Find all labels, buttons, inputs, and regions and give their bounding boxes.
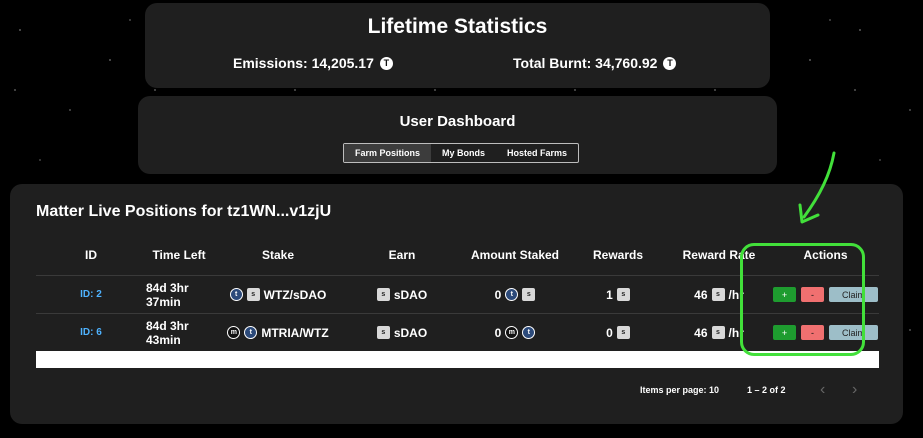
- sdao-token-icon: s: [711, 326, 725, 339]
- time-left-cell: 84d 3hr 43min: [146, 318, 189, 347]
- remove-stake-button[interactable]: -: [801, 287, 824, 302]
- wtz-token-icon: t: [505, 288, 519, 301]
- sdao-token-icon: s: [246, 288, 260, 301]
- column-header-id[interactable]: ID: [36, 248, 146, 262]
- column-header-reward-rate[interactable]: Reward Rate: [666, 248, 772, 262]
- remove-stake-button[interactable]: -: [801, 325, 824, 340]
- time-left-cell: 84d 3hr 37min: [146, 280, 189, 309]
- dashboard-title: User Dashboard: [399, 113, 516, 130]
- annotation-arrow-icon: [798, 151, 836, 224]
- stake-cell: t s WTZ/sDAO: [212, 288, 344, 302]
- mtria-token-icon: m: [505, 326, 519, 339]
- horizontal-scrollbar[interactable]: [36, 351, 879, 368]
- mtria-token-icon: m: [227, 326, 241, 339]
- reward-rate-unit: /hr: [728, 287, 744, 302]
- emissions-label: Emissions: 14,205.17: [233, 55, 374, 71]
- claim-button[interactable]: Claim: [829, 325, 878, 340]
- items-per-page-label: Items per page:: [640, 385, 707, 395]
- positions-card: Matter Live Positions for tz1WN...v1zjU …: [10, 184, 903, 424]
- stats-title: Lifetime Statistics: [367, 15, 548, 38]
- chevron-left-icon[interactable]: ‹: [820, 381, 825, 399]
- wtz-token-icon: t: [522, 326, 536, 339]
- amount-staked-cell: 0 t s: [460, 288, 570, 302]
- sdao-token-icon: s: [376, 326, 390, 339]
- column-header-rewards[interactable]: Rewards: [570, 248, 666, 262]
- earn-token-label: sDAO: [393, 325, 428, 340]
- tab-my-bonds[interactable]: My Bonds: [431, 144, 496, 162]
- dashboard-tabs: Farm Positions My Bonds Hosted Farms: [343, 143, 580, 163]
- column-header-actions: Actions: [803, 247, 848, 262]
- column-header-earn[interactable]: Earn: [344, 248, 460, 262]
- stake-pair-label: WTZ/sDAO: [263, 287, 327, 302]
- rewards-value: 0: [606, 325, 613, 340]
- stake-cell: m t MTRIA/WTZ: [212, 326, 344, 340]
- earn-token-label: sDAO: [393, 287, 428, 302]
- user-dashboard-card: User Dashboard Farm Positions My Bonds H…: [138, 96, 777, 174]
- claim-button[interactable]: Claim: [829, 287, 878, 302]
- actions-cell: + - Claim: [772, 287, 879, 302]
- actions-cell: + - Claim: [772, 325, 879, 340]
- table-row: ID: 2 84d 3hr 37min t s WTZ/sDAO s sDAO …: [36, 276, 879, 314]
- rewards-value: 1: [606, 287, 613, 302]
- positions-title: Matter Live Positions for tz1WN...v1zjU: [36, 203, 332, 220]
- amount-staked-value: 0: [494, 325, 502, 340]
- reward-rate-value: 46: [694, 325, 708, 340]
- table-row: ID: 6 84d 3hr 43min m t MTRIA/WTZ s sDAO…: [36, 314, 879, 352]
- reward-rate-cell: 46 s /hr: [666, 326, 772, 340]
- column-header-amount-staked[interactable]: Amount Staked: [460, 248, 570, 262]
- lifetime-statistics-card: Lifetime Statistics Emissions: 14,205.17…: [145, 3, 770, 88]
- amount-staked-cell: 0 m t: [460, 326, 570, 340]
- rewards-cell: 1 s: [570, 288, 666, 302]
- tab-farm-positions[interactable]: Farm Positions: [344, 144, 432, 162]
- chevron-right-icon[interactable]: ›: [852, 381, 857, 399]
- stake-pair-label: MTRIA/WTZ: [261, 325, 329, 340]
- positions-table: ID Time Left Stake Earn Amount Staked Re…: [36, 234, 879, 352]
- sdao-token-icon: s: [376, 288, 390, 301]
- tab-hosted-farms[interactable]: Hosted Farms: [496, 144, 578, 162]
- coin-icon: T: [379, 56, 393, 70]
- reward-rate-value: 46: [694, 287, 708, 302]
- pagination-range: 1 – 2 of 2: [747, 385, 786, 395]
- position-id-link[interactable]: ID: 6: [80, 327, 102, 338]
- sdao-token-icon: s: [522, 288, 536, 301]
- sdao-token-icon: s: [711, 288, 725, 301]
- items-per-page-select[interactable]: 10: [709, 385, 719, 395]
- wtz-token-icon: t: [244, 326, 258, 339]
- column-header-stake[interactable]: Stake: [212, 248, 344, 262]
- amount-staked-value: 0: [494, 287, 502, 302]
- sdao-token-icon: s: [616, 326, 630, 339]
- column-header-time-left[interactable]: Time Left: [146, 248, 212, 262]
- table-header: ID Time Left Stake Earn Amount Staked Re…: [36, 234, 879, 276]
- total-burnt-stat: Total Burnt: 34,760.92 T: [513, 55, 677, 71]
- position-id-link[interactable]: ID: 2: [80, 289, 102, 300]
- items-per-page[interactable]: Items per page: 10: [640, 385, 719, 395]
- emissions-stat: Emissions: 14,205.17 T: [233, 55, 393, 71]
- add-stake-button[interactable]: +: [773, 287, 796, 302]
- add-stake-button[interactable]: +: [773, 325, 796, 340]
- total-burnt-label: Total Burnt: 34,760.92: [513, 55, 658, 71]
- rewards-cell: 0 s: [570, 326, 666, 340]
- earn-cell: s sDAO: [344, 326, 460, 340]
- reward-rate-unit: /hr: [728, 325, 744, 340]
- sdao-token-icon: s: [616, 288, 630, 301]
- coin-icon: T: [663, 56, 677, 70]
- earn-cell: s sDAO: [344, 288, 460, 302]
- wtz-token-icon: t: [229, 288, 243, 301]
- reward-rate-cell: 46 s /hr: [666, 288, 772, 302]
